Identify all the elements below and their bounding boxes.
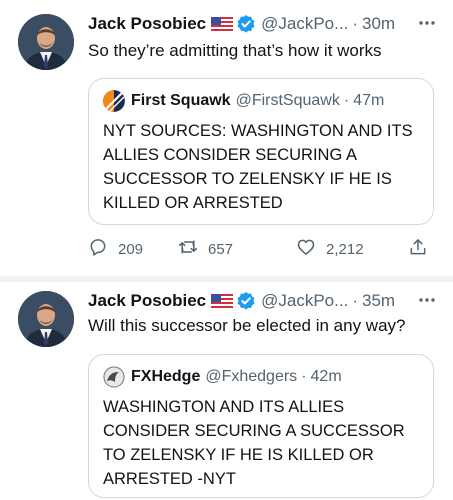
tweet[interactable]: Jack Posobiec @JackPo... · 35m Will this… bbox=[0, 282, 453, 500]
quote-avatar bbox=[103, 366, 125, 388]
quoted-tweet[interactable]: First Squawk @FirstSquawk · 47m NYT SOUR… bbox=[88, 78, 434, 225]
separator-dot: · bbox=[352, 14, 358, 33]
author-name[interactable]: Jack Posobiec bbox=[88, 291, 206, 311]
share-button[interactable] bbox=[408, 236, 428, 262]
tweet-text: So they’re admitting that’s how it works bbox=[88, 41, 382, 60]
tweet[interactable]: Jack Posobiec @JackPo... · 30m So they’r… bbox=[0, 0, 453, 276]
quote-timestamp[interactable]: 47m bbox=[353, 92, 384, 110]
avatar[interactable] bbox=[18, 14, 74, 70]
author-handle[interactable]: @JackPo... bbox=[261, 291, 348, 311]
retweet-button[interactable]: 657 bbox=[178, 236, 233, 262]
quote-author-handle[interactable]: @FirstSquawk bbox=[236, 92, 340, 110]
quote-author-name[interactable]: First Squawk bbox=[131, 92, 231, 110]
reply-count: 209 bbox=[118, 240, 144, 258]
tweet-text: Will this successor be elected in any wa… bbox=[88, 316, 406, 335]
tweet-actions: 209 657 2,212 bbox=[88, 236, 439, 262]
us-flag-icon bbox=[211, 293, 234, 309]
quote-author-name[interactable]: FXHedge bbox=[131, 368, 200, 386]
avatar[interactable] bbox=[18, 291, 74, 347]
reply-icon bbox=[88, 237, 108, 261]
quote-avatar bbox=[103, 90, 125, 112]
timestamp[interactable]: 30m bbox=[362, 14, 395, 34]
author-handle[interactable]: @JackPo... bbox=[261, 14, 348, 34]
timestamp[interactable]: 35m bbox=[362, 291, 395, 311]
share-icon bbox=[408, 237, 428, 261]
quote-text: WASHINGTON AND ITS ALLIES CONSIDER SECUR… bbox=[103, 398, 405, 488]
quoted-tweet[interactable]: FXHedge @Fxhedgers · 42m WASHINGTON AND … bbox=[88, 354, 434, 498]
more-dots-icon[interactable] bbox=[415, 12, 439, 34]
verified-badge-icon bbox=[236, 14, 256, 34]
us-flag-icon bbox=[211, 16, 234, 32]
separator-dot: · bbox=[352, 291, 358, 310]
more-dots-icon[interactable] bbox=[415, 289, 439, 311]
quote-text: NYT SOURCES: WASHINGTON AND ITS ALLIES C… bbox=[103, 122, 413, 212]
reply-button[interactable]: 209 bbox=[88, 236, 143, 262]
retweet-icon bbox=[178, 237, 198, 261]
retweet-count: 657 bbox=[208, 240, 234, 258]
quote-author-handle[interactable]: @Fxhedgers bbox=[205, 368, 297, 386]
verified-badge-icon bbox=[236, 291, 256, 311]
author-name[interactable]: Jack Posobiec bbox=[88, 14, 206, 34]
separator-dot: · bbox=[343, 92, 350, 109]
like-button[interactable]: 2,212 bbox=[296, 236, 364, 262]
quote-timestamp[interactable]: 42m bbox=[311, 368, 342, 386]
heart-icon bbox=[296, 237, 316, 261]
like-count: 2,212 bbox=[326, 240, 364, 258]
separator-dot: · bbox=[301, 368, 307, 385]
